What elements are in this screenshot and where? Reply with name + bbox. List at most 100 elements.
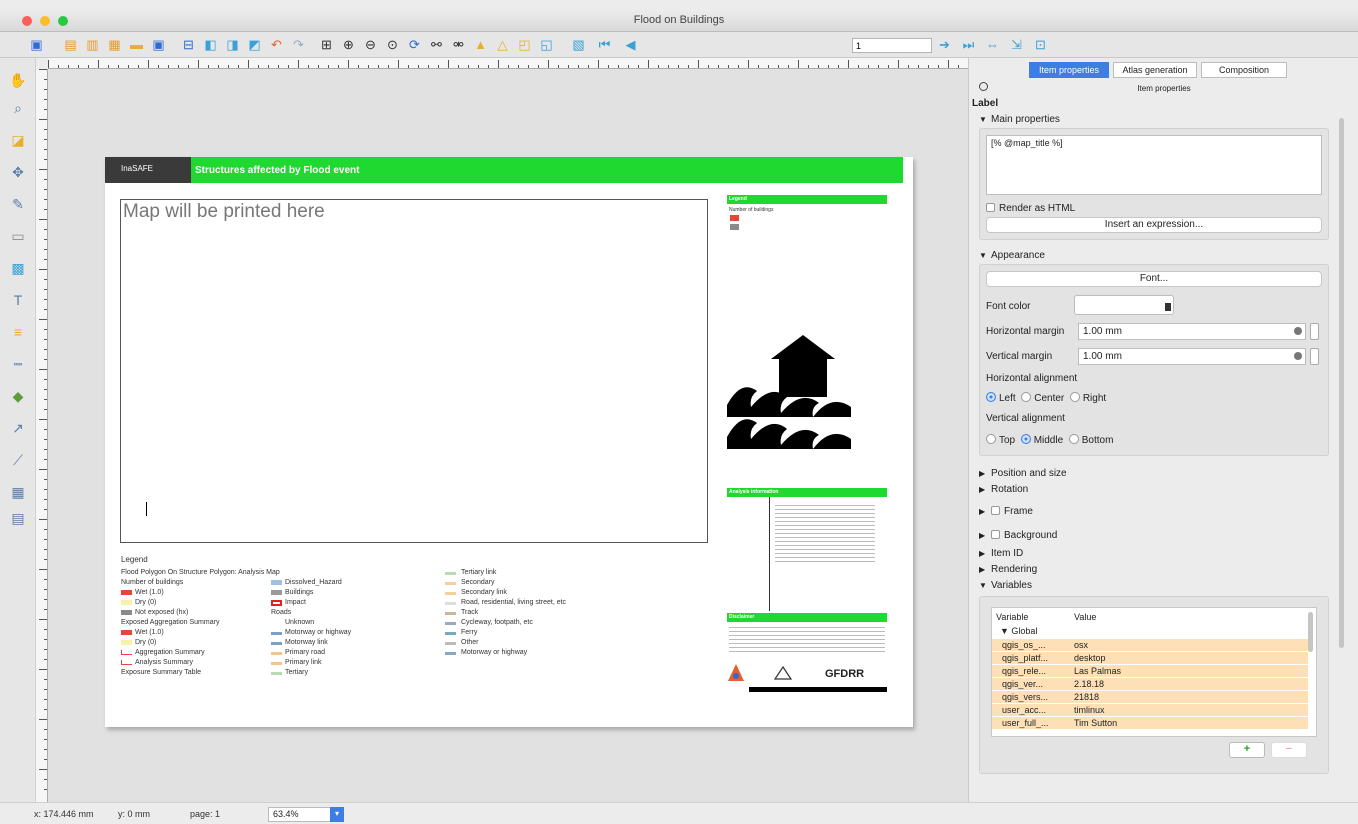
export-image-icon[interactable]: ◧ [202, 36, 219, 53]
add-table-icon[interactable]: ▦ [8, 482, 28, 502]
select-move-icon[interactable]: ◪ [8, 130, 28, 150]
atlas-export-icon[interactable]: ⇲ [1008, 36, 1025, 53]
new-composer-icon[interactable]: ▤ [62, 36, 79, 53]
section-appearance[interactable]: ▼ Appearance [979, 250, 1045, 261]
add-shape-icon[interactable]: ◆ [8, 386, 28, 406]
lock-icon[interactable]: ▲ [472, 36, 489, 53]
unlock-icon[interactable]: △ [494, 36, 511, 53]
render-html-checkbox[interactable]: Render as HTML [986, 203, 1075, 214]
save-project-icon[interactable]: ▣ [28, 36, 45, 53]
font-color-button[interactable] [1074, 295, 1174, 315]
add-legend-icon[interactable]: ≡ [8, 322, 28, 342]
zoom-out-icon[interactable]: ⊖ [362, 36, 379, 53]
zoom-in-icon[interactable]: ⊕ [340, 36, 357, 53]
h-align-left-radio[interactable]: Left [986, 392, 1016, 404]
header-title[interactable]: Structures affected by Flood event [191, 157, 903, 183]
variables-scrollbar[interactable] [1308, 612, 1313, 652]
insert-expression-button[interactable]: Insert an expression... [986, 217, 1322, 233]
add-html-icon[interactable]: ▤ [8, 508, 28, 528]
section-rendering[interactable]: ▶ Rendering [979, 564, 1037, 575]
table-row[interactable]: qgis_os_... osx [992, 639, 1308, 652]
add-scalebar-icon[interactable]: ┉ [8, 354, 28, 374]
column-header-variable[interactable]: Variable [996, 612, 1028, 622]
chevron-down-icon[interactable]: ▾ [330, 807, 344, 822]
panel-scrollbar[interactable] [1339, 118, 1344, 648]
v-align-middle-radio[interactable]: Middle [1020, 434, 1063, 446]
section-position-and-size[interactable]: ▶ Position and size [979, 468, 1067, 479]
tab-composition[interactable]: Composition [1201, 62, 1287, 78]
background-checkbox[interactable] [991, 530, 1000, 539]
add-label-icon[interactable]: T [8, 290, 28, 310]
export-svg-icon[interactable]: ◨ [224, 36, 241, 53]
zoom-tool-icon[interactable]: ⌕ [8, 98, 28, 118]
duplicate-composer-icon[interactable]: ▥ [84, 36, 101, 53]
group-items-icon[interactable]: ⚮ [450, 36, 467, 53]
section-main-properties[interactable]: ▼ Main properties [979, 114, 1060, 125]
h-align-center-radio[interactable]: Center [1021, 392, 1064, 404]
vertical-margin-input[interactable]: 1.00 mm [1078, 348, 1306, 365]
table-row[interactable]: user_full_... Tim Sutton [992, 717, 1308, 730]
variable-group-global[interactable]: ▼ Global [1000, 626, 1037, 636]
font-button[interactable]: Font... [986, 271, 1322, 287]
map-item[interactable]: Map will be printed here [120, 199, 708, 543]
atlas-page-input[interactable] [852, 38, 932, 53]
atlas-first-icon[interactable]: ⏮ [596, 36, 613, 53]
lock-items-icon[interactable]: ⚯ [428, 36, 445, 53]
zoom-select[interactable]: 63.4% ▾ [268, 807, 344, 822]
raise-item-icon[interactable]: ◰ [516, 36, 533, 53]
atlas-next-icon[interactable]: ➔ [936, 36, 953, 53]
atlas-settings-icon[interactable]: ⊡ [1032, 36, 1049, 53]
v-align-top-radio[interactable]: Top [986, 434, 1015, 446]
add-arrow-icon[interactable]: ↗ [8, 418, 28, 438]
legend-box-title[interactable]: Legend [727, 195, 887, 204]
table-row[interactable]: user_acc... timlinux [992, 704, 1308, 717]
section-rotation[interactable]: ▶ Rotation [979, 484, 1028, 495]
disclaimer-title[interactable]: Disclaimer [727, 613, 887, 622]
load-template-icon[interactable]: ▬ [128, 36, 145, 53]
atlas-previous-icon[interactable]: ◀ [622, 36, 639, 53]
save-template-icon[interactable]: ▣ [150, 36, 167, 53]
add-map-icon[interactable]: ▭ [8, 226, 28, 246]
atlas-last-icon[interactable]: ⏭ [960, 36, 977, 53]
table-row[interactable]: qgis_ver... 2.18.18 [992, 678, 1308, 691]
zoom-actual-icon[interactable]: ⊙ [384, 36, 401, 53]
vertical-margin-spinner[interactable] [1310, 348, 1319, 365]
tab-atlas-generation[interactable]: Atlas generation [1113, 62, 1197, 78]
clear-value-icon[interactable] [1294, 352, 1302, 360]
section-item-id[interactable]: ▶ Item ID [979, 548, 1023, 559]
align-items-icon[interactable]: ◱ [538, 36, 555, 53]
table-row[interactable]: qgis_rele... Las Palmas [992, 665, 1308, 678]
move-content-icon[interactable]: ✥ [8, 162, 28, 182]
edit-nodes-icon[interactable]: ✎ [8, 194, 28, 214]
table-row[interactable]: qgis_platf... desktop [992, 652, 1308, 665]
frame-checkbox[interactable] [991, 506, 1000, 515]
add-variable-button[interactable]: + [1229, 742, 1265, 758]
table-row[interactable]: qgis_vers... 21818 [992, 691, 1308, 704]
column-header-value[interactable]: Value [1074, 612, 1096, 622]
v-align-bottom-radio[interactable]: Bottom [1068, 434, 1113, 446]
export-pdf-icon[interactable]: ◩ [246, 36, 263, 53]
clear-value-icon[interactable] [1294, 327, 1302, 335]
add-polyline-icon[interactable]: ⟋ [8, 450, 28, 470]
horizontal-margin-input[interactable]: 1.00 mm [1078, 323, 1306, 340]
variables-table[interactable]: Variable Value ▼ Global qgis_os_... osx q… [991, 607, 1317, 737]
atlas-preview-icon[interactable]: ▧ [570, 36, 587, 53]
redo-icon[interactable]: ↷ [290, 36, 307, 53]
section-background[interactable]: ▶ Background [979, 530, 1057, 541]
add-image-icon[interactable]: ▩ [8, 258, 28, 278]
zoom-full-icon[interactable]: ⊞ [318, 36, 335, 53]
tab-item-properties[interactable]: Item properties [1029, 62, 1109, 78]
composer-manager-icon[interactable]: ▦ [106, 36, 123, 53]
refresh-icon[interactable]: ⟳ [406, 36, 423, 53]
print-icon[interactable]: ⊟ [180, 36, 197, 53]
composer-canvas[interactable]: InaSAFE Structures affected by Flood eve… [48, 69, 968, 802]
label-text-area[interactable]: [% @map_title %] [986, 135, 1322, 195]
analysis-info-title[interactable]: Analysis information [727, 488, 887, 497]
map-legend-title[interactable]: Legend [121, 555, 148, 564]
atlas-print-icon[interactable]: ⇔ [984, 36, 1001, 53]
horizontal-margin-spinner[interactable] [1310, 323, 1319, 340]
undo-icon[interactable]: ↶ [268, 36, 285, 53]
flood-house-icon[interactable] [727, 335, 869, 459]
remove-variable-button[interactable]: − [1271, 742, 1307, 758]
pan-icon[interactable]: ✋ [8, 70, 28, 90]
